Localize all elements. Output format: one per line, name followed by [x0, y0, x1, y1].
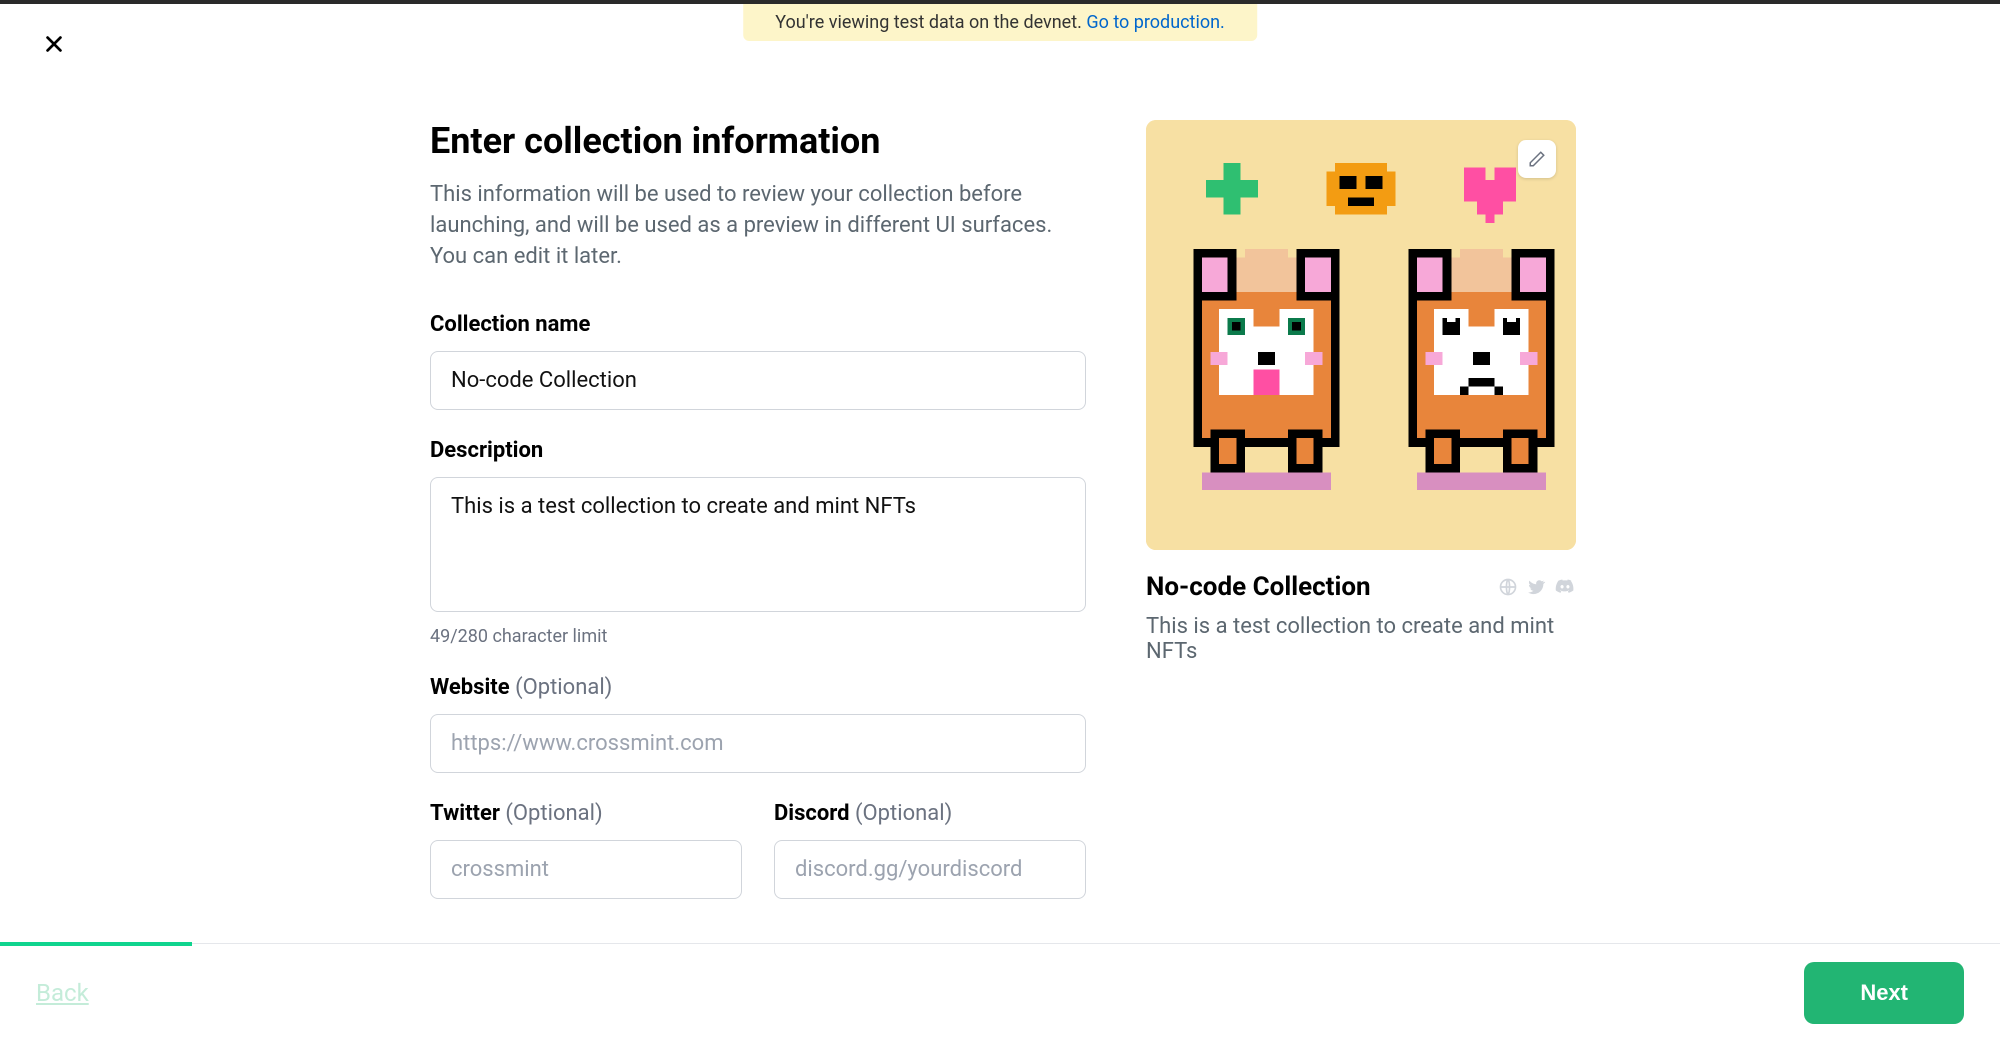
pencil-icon: [1528, 150, 1546, 168]
close-button[interactable]: [38, 28, 70, 60]
next-button[interactable]: Next: [1804, 962, 1964, 1024]
twitter-input[interactable]: [430, 840, 742, 899]
description-label: Description: [430, 438, 1086, 463]
collection-name-input[interactable]: [430, 351, 1086, 410]
discord-label: Discord (Optional): [774, 801, 1086, 826]
description-input[interactable]: [430, 477, 1086, 612]
discord-icon: [1554, 577, 1576, 597]
twitter-label: Twitter (Optional): [430, 801, 742, 826]
footer: Back Next: [0, 943, 2000, 1041]
progress-bar: [0, 942, 192, 946]
page-subtitle: This information will be used to review …: [430, 180, 1086, 272]
go-to-production-link[interactable]: Go to production.: [1086, 12, 1224, 33]
preview-description: This is a test collection to create and …: [1146, 614, 1576, 664]
website-label: Website (Optional): [430, 675, 1086, 700]
back-link[interactable]: Back: [36, 979, 89, 1007]
preview-social-icons: [1498, 577, 1576, 597]
website-input[interactable]: [430, 714, 1086, 773]
banner-text: You're viewing test data on the devnet.: [775, 12, 1086, 33]
devnet-banner: You're viewing test data on the devnet. …: [743, 4, 1257, 41]
preview-image: [1146, 120, 1576, 550]
twitter-icon: [1526, 577, 1546, 597]
preview-title: No-code Collection: [1146, 572, 1371, 602]
close-icon: [43, 33, 65, 55]
char-limit-text: 49/280 character limit: [430, 626, 1086, 647]
globe-icon: [1498, 577, 1518, 597]
edit-image-button[interactable]: [1518, 140, 1556, 178]
discord-input[interactable]: [774, 840, 1086, 899]
collection-name-label: Collection name: [430, 312, 1086, 337]
page-title: Enter collection information: [430, 120, 1086, 162]
